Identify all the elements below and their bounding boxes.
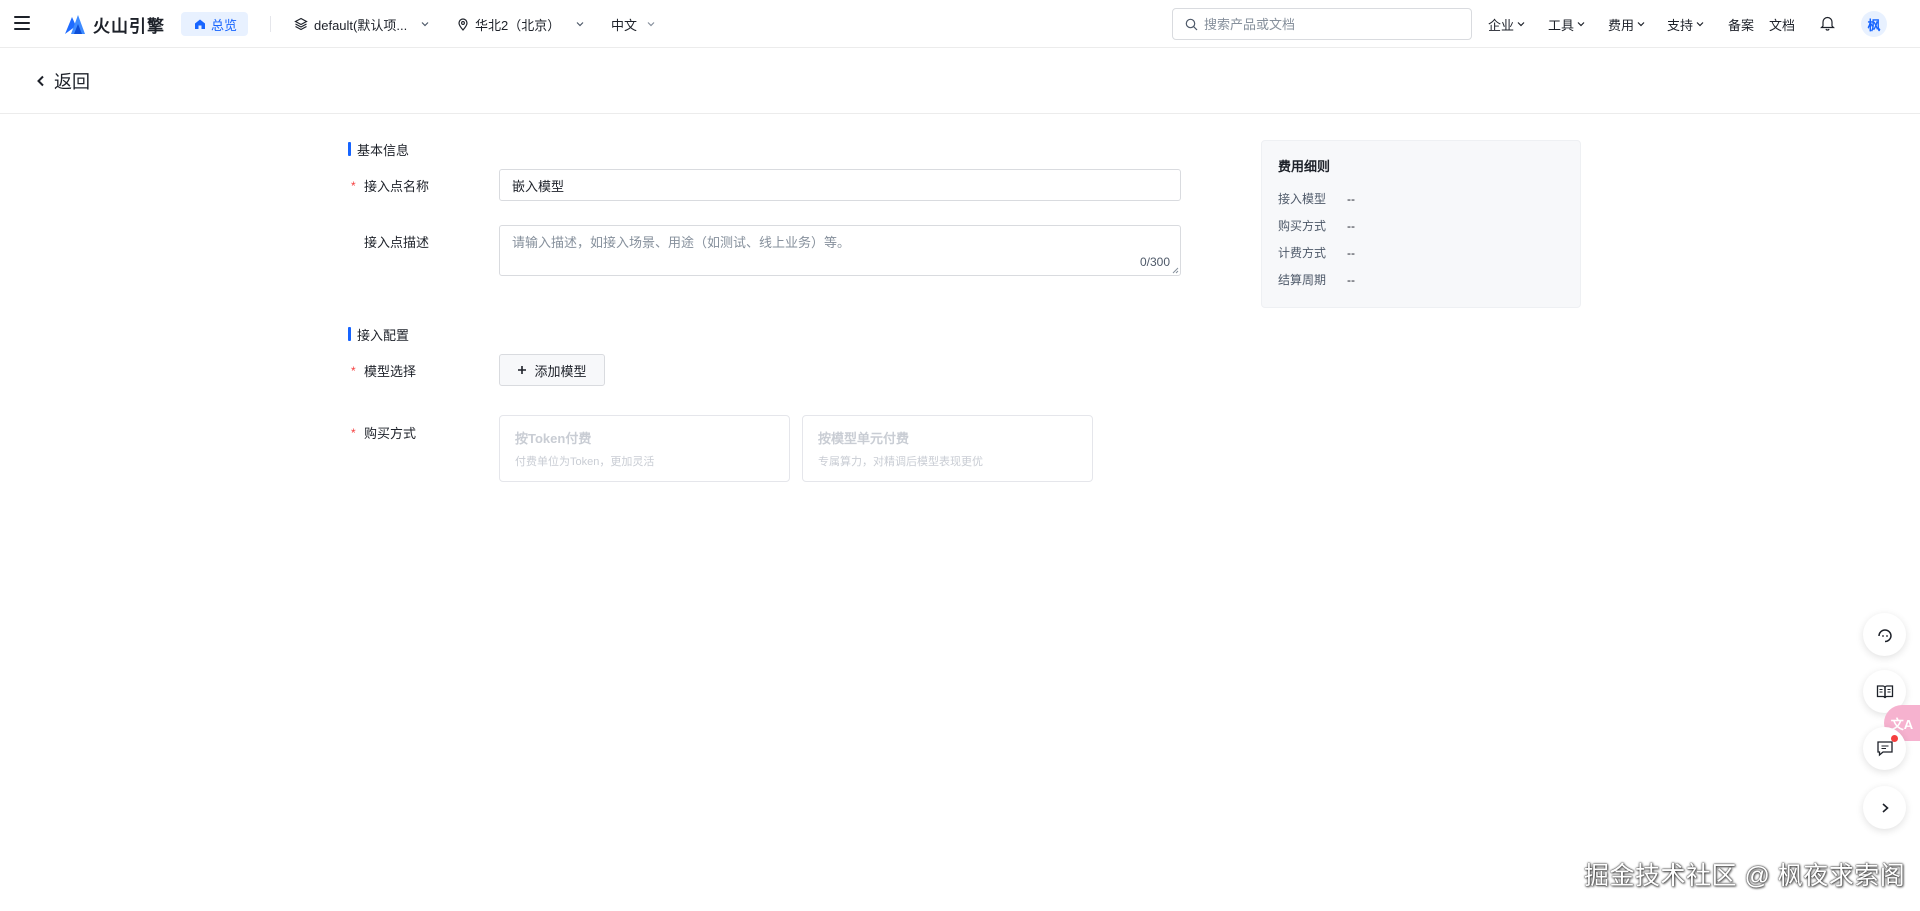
message-icon — [1876, 741, 1893, 757]
purchase-option-model-unit[interactable]: 按模型单元付费 专属算力，对精调后模型表现更优 — [802, 415, 1093, 482]
region-selector[interactable]: 华北2（北京） — [457, 13, 584, 35]
menu-icon[interactable] — [14, 14, 34, 32]
endpoint-name-label: * 接入点名称 — [351, 176, 429, 195]
back-label: 返回 — [54, 72, 90, 92]
menu-enterprise-label: 企业 — [1488, 17, 1515, 33]
link-filing-label: 备案 — [1728, 17, 1755, 33]
resize-grip-icon[interactable] — [1172, 267, 1179, 274]
search-input[interactable] — [1204, 16, 1464, 32]
location-pin-icon — [458, 17, 468, 31]
brand-logo[interactable]: 火山引擎 — [63, 8, 165, 40]
project-name: default(默认项... — [314, 17, 408, 33]
fee-details-panel: 费用细则 接入模型 -- 购买方式 -- 计费方式 -- 结算周期 -- — [1261, 140, 1581, 308]
layers-icon — [294, 17, 308, 31]
volcano-logo-icon — [65, 15, 85, 34]
chevron-left-icon — [37, 75, 44, 87]
fee-value: -- — [1347, 245, 1355, 260]
customer-service-button[interactable] — [1863, 613, 1906, 656]
region-name: 华北2（北京） — [475, 17, 561, 33]
bell-icon[interactable] — [1820, 15, 1835, 31]
basic-info-title: 基本信息 — [348, 140, 409, 158]
fee-value: -- — [1347, 191, 1355, 206]
purchase-option-title: 按模型单元付费 — [818, 431, 910, 446]
purchase-method-label-text: 购买方式 — [364, 426, 417, 441]
global-search[interactable] — [1172, 8, 1472, 40]
link-docs-label: 文档 — [1769, 17, 1796, 33]
fee-value: -- — [1347, 218, 1355, 233]
endpoint-desc-label-text: 接入点描述 — [364, 235, 430, 250]
purchase-option-desc: 付费单位为Token，更加灵活 — [515, 456, 655, 468]
overview-label: 总览 — [211, 17, 238, 33]
chevron-down-icon — [647, 22, 655, 27]
menu-billing-label: 费用 — [1608, 17, 1635, 33]
back-button[interactable]: 返回 — [36, 68, 90, 94]
fee-row: 接入模型 -- — [1278, 185, 1564, 212]
model-select-label: * 模型选择 — [351, 361, 416, 380]
overview-button[interactable]: 总览 — [181, 12, 249, 36]
fee-key: 计费方式 — [1278, 246, 1327, 260]
required-mark: * — [351, 425, 356, 440]
notification-dot — [1891, 735, 1898, 742]
language-selector[interactable]: 中文 — [611, 13, 655, 35]
required-mark: * — [351, 178, 356, 193]
chevron-down-icon — [1577, 22, 1585, 27]
chevron-down-icon — [1517, 22, 1525, 27]
menu-tools[interactable]: 工具 — [1548, 13, 1585, 35]
feedback-button[interactable] — [1863, 727, 1906, 770]
book-icon — [1876, 684, 1893, 698]
fee-key: 购买方式 — [1278, 219, 1327, 233]
chevron-right-icon — [1881, 802, 1889, 813]
model-select-label-text: 模型选择 — [364, 364, 417, 379]
project-selector[interactable]: default(默认项... — [294, 13, 429, 35]
endpoint-desc-textarea[interactable] — [500, 226, 1180, 275]
fee-row: 计费方式 -- — [1278, 239, 1564, 266]
endpoint-name-field[interactable] — [499, 169, 1181, 201]
fee-row: 结算周期 -- — [1278, 266, 1564, 293]
chevron-down-icon — [576, 22, 584, 27]
required-mark: * — [351, 363, 356, 378]
purchase-option-desc: 专属算力，对精调后模型表现更优 — [818, 456, 983, 468]
chevron-down-icon — [1637, 22, 1645, 27]
link-filing[interactable]: 备案 — [1728, 13, 1754, 35]
home-icon — [195, 19, 205, 29]
search-icon — [1185, 18, 1198, 30]
endpoint-name-input[interactable] — [500, 170, 1180, 200]
endpoint-desc-label: 接入点描述 — [351, 232, 429, 251]
menu-enterprise[interactable]: 企业 — [1488, 13, 1525, 35]
menu-support-label: 支持 — [1667, 17, 1694, 33]
fee-key: 接入模型 — [1278, 192, 1327, 206]
purchase-option-title: 按Token付费 — [515, 431, 592, 446]
purchase-option-token[interactable]: 按Token付费 付费单位为Token，更加灵活 — [499, 415, 790, 482]
char-counter: 0/300 — [1139, 255, 1170, 269]
link-docs[interactable]: 文档 — [1769, 13, 1795, 35]
menu-billing[interactable]: 费用 — [1608, 13, 1645, 35]
fee-key: 结算周期 — [1278, 273, 1327, 287]
top-navbar: 火山引擎 总览 default(默认项... 华北2（北京） 中文 企业 工具 … — [0, 0, 1920, 48]
fee-row: 购买方式 -- — [1278, 212, 1564, 239]
purchase-method-label: * 购买方式 — [351, 423, 416, 442]
headset-icon — [1877, 628, 1892, 642]
avatar[interactable]: 枫 — [1861, 11, 1887, 37]
brand-name: 火山引擎 — [93, 16, 165, 36]
plus-icon — [518, 366, 527, 374]
access-config-title: 接入配置 — [348, 325, 409, 343]
page-header: 返回 — [0, 49, 1920, 114]
endpoint-desc-field[interactable]: 0/300 — [499, 225, 1181, 276]
menu-support[interactable]: 支持 — [1667, 13, 1704, 35]
watermark: 掘金技术社区 @ 枫夜求索阁 — [1584, 862, 1906, 890]
add-model-label: 添加模型 — [534, 363, 587, 379]
add-model-button[interactable]: 添加模型 — [499, 354, 605, 386]
chevron-down-icon — [1696, 22, 1704, 27]
endpoint-name-label-text: 接入点名称 — [364, 179, 430, 194]
fee-value: -- — [1347, 272, 1355, 287]
fee-details-title: 费用细则 — [1278, 159, 1331, 174]
language-name: 中文 — [611, 17, 638, 33]
nav-divider — [270, 16, 271, 32]
collapse-sidebar-button[interactable] — [1863, 786, 1906, 829]
menu-tools-label: 工具 — [1548, 17, 1575, 33]
chevron-down-icon — [421, 22, 429, 27]
